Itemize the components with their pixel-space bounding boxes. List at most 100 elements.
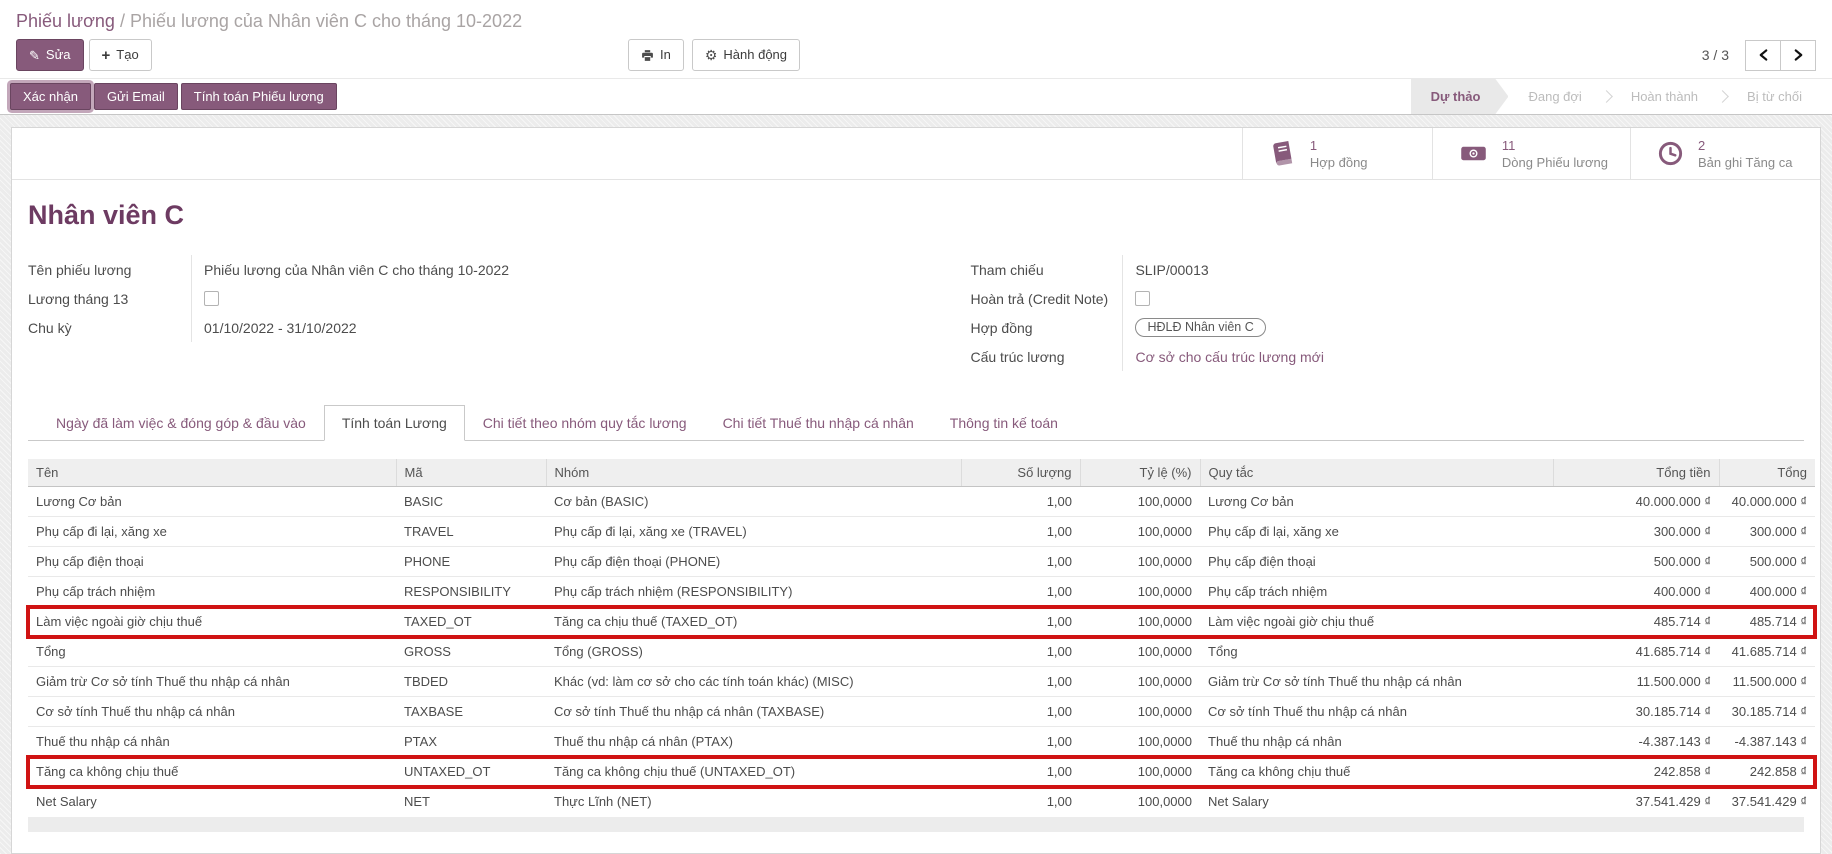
tab-salary-computation[interactable]: Tính toán Lương <box>324 405 465 441</box>
salary-lines-table: TênMãNhómSố lượngTỷ lệ (%)Quy tắcTổng ti… <box>28 459 1815 817</box>
column-header-total[interactable]: Tổng <box>1719 459 1815 487</box>
pager: 3 / 3 <box>1702 40 1816 71</box>
field-value-cell: SLIP/00013 <box>1122 255 1804 284</box>
table-cell-code: TRAVEL <box>396 517 546 547</box>
table-row[interactable]: Phụ cấp đi lại, xăng xeTRAVELPhụ cấp đi … <box>28 517 1815 547</box>
table-cell-name: Net Salary <box>28 787 396 817</box>
table-cell-name: Giảm trừ Cơ sở tính Thuế thu nhập cá nhâ… <box>28 667 396 697</box>
status-step-done[interactable]: Hoàn thành <box>1611 79 1718 114</box>
table-cell-amount: 11.500.000 ₫ <box>1553 667 1719 697</box>
field-label: Tham chiếu <box>970 262 1122 278</box>
control-panel-left: ✎ Sửa + Tạo <box>16 39 152 71</box>
stat-button-contracts[interactable]: 1Hợp đồng <box>1242 128 1432 179</box>
stat-button-value: 2 <box>1698 137 1792 154</box>
table-cell-total: 400.000 ₫ <box>1719 577 1815 607</box>
table-cell-rule: Giảm trừ Cơ sở tính Thuế thu nhập cá nhâ… <box>1200 667 1553 697</box>
field-group-right: Tham chiếu SLIP/00013 Hoàn trả (Credit Not… <box>880 255 1804 371</box>
stat-button-overtime-records[interactable]: 2Bản ghi Tăng ca <box>1630 128 1820 179</box>
field-reference-value: SLIP/00013 <box>1135 262 1208 278</box>
table-cell-amount: 485.714 ₫ <box>1553 607 1719 637</box>
breadcrumb-current: Phiếu lương của Nhân viên C cho tháng 10… <box>130 11 522 31</box>
column-header-amount[interactable]: Tổng tiền <box>1553 459 1719 487</box>
column-header-name[interactable]: Tên <box>28 459 396 487</box>
table-cell-rate: 100,0000 <box>1080 667 1200 697</box>
table-row[interactable]: Giảm trừ Cơ sở tính Thuế thu nhập cá nhâ… <box>28 667 1815 697</box>
confirm-button[interactable]: Xác nhận <box>10 83 91 110</box>
table-cell-category: Tăng ca không chịu thuế (UNTAXED_OT) <box>546 757 961 787</box>
record-title: Nhân viên C <box>28 200 1804 231</box>
status-step-rejected[interactable]: Bị từ chối <box>1727 79 1822 114</box>
breadcrumb-parent-link[interactable]: Phiếu lương <box>16 11 115 31</box>
table-cell-total: 500.000 ₫ <box>1719 547 1815 577</box>
field-period: Chu kỳ01/10/2022 - 31/10/2022 <box>28 313 880 342</box>
table-cell-amount: 37.541.429 ₫ <box>1553 787 1719 817</box>
table-row[interactable]: Lương Cơ bảnBASICCơ bản (BASIC)1,00100,0… <box>28 487 1815 517</box>
table-cell-category: Thuế thu nhập cá nhân (PTAX) <box>546 727 961 757</box>
contract-tag[interactable]: HĐLĐ Nhân viên C <box>1135 318 1265 337</box>
table-cell-amount: 500.000 ₫ <box>1553 547 1719 577</box>
pager-previous-button[interactable] <box>1745 40 1781 71</box>
control-panel-center: In ⚙ Hành động <box>628 39 800 71</box>
tab-worked-days-inputs[interactable]: Ngày đã làm việc & đóng góp & đầu vào <box>38 405 324 441</box>
stat-button-label: Dòng Phiếu lương <box>1502 154 1608 171</box>
table-row[interactable]: Cơ sở tính Thuế thu nhập cá nhânTAXBASEC… <box>28 697 1815 727</box>
table-row[interactable]: TổngGROSSTổng (GROSS)1,00100,0000Tổng41.… <box>28 637 1815 667</box>
chevron-right-icon <box>1793 48 1804 62</box>
table-cell-quantity: 1,00 <box>961 637 1080 667</box>
print-button[interactable]: In <box>628 39 684 71</box>
column-header-category[interactable]: Nhóm <box>546 459 961 487</box>
table-cell-total: 40.000.000 ₫ <box>1719 487 1815 517</box>
table-row[interactable]: Thuế thu nhập cá nhânPTAXThuế thu nhập c… <box>28 727 1815 757</box>
create-button[interactable]: + Tạo <box>89 39 152 71</box>
stat-button-value: 11 <box>1502 137 1608 154</box>
column-header-quantity[interactable]: Số lượng <box>961 459 1080 487</box>
stat-button-payslip-lines[interactable]: 11Dòng Phiếu lương <box>1432 128 1630 179</box>
column-header-rule[interactable]: Quy tắc <box>1200 459 1553 487</box>
table-cell-name: Phụ cấp đi lại, xăng xe <box>28 517 396 547</box>
edit-button[interactable]: ✎ Sửa <box>16 39 84 71</box>
pager-next-button[interactable] <box>1780 40 1816 71</box>
table-cell-quantity: 1,00 <box>961 487 1080 517</box>
gear-icon: ⚙ <box>705 48 718 62</box>
field-payslip-name-value: Phiếu lương của Nhân viên C cho tháng 10… <box>204 262 509 278</box>
table-cell-quantity: 1,00 <box>961 697 1080 727</box>
sheet-body: Nhân viên C Tên phiếu lươngPhiếu lương c… <box>12 200 1820 842</box>
table-cell-name: Cơ sở tính Thuế thu nhập cá nhân <box>28 697 396 727</box>
field-credit-note-checkbox[interactable] <box>1135 291 1150 306</box>
send-email-button[interactable]: Gửi Email <box>94 83 178 110</box>
field-label: Cấu trúc lương <box>970 349 1122 365</box>
stat-button-box: 1Hợp đồng11Dòng Phiếu lương2Bản ghi Tăng… <box>12 128 1820 180</box>
create-button-label: Tạo <box>116 46 138 64</box>
compute-payslip-button[interactable]: Tính toán Phiếu lương <box>181 83 337 110</box>
field-credit-note: Hoàn trả (Credit Note) <box>970 284 1804 313</box>
column-header-code[interactable]: Mã <box>396 459 546 487</box>
table-row-highlighted[interactable]: Làm việc ngoài giờ chịu thuếTAXED_OTTăng… <box>28 607 1815 637</box>
field-13th-month-salary-checkbox[interactable] <box>204 291 219 306</box>
status-step-draft[interactable]: Dự thảo <box>1411 79 1509 114</box>
action-button[interactable]: ⚙ Hành động <box>692 39 800 71</box>
edit-button-label: Sửa <box>46 46 71 64</box>
tab-accounting-information[interactable]: Thông tin kế toán <box>932 405 1076 441</box>
table-cell-code: PHONE <box>396 547 546 577</box>
table-cell-code: UNTAXED_OT <box>396 757 546 787</box>
stat-button-value: 1 <box>1310 137 1368 154</box>
tab-details-by-salary-rule-category[interactable]: Chi tiết theo nhóm quy tắc lương <box>465 405 705 441</box>
table-cell-code: PTAX <box>396 727 546 757</box>
status-step-waiting[interactable]: Đang đợi <box>1508 79 1601 114</box>
banknote-icon <box>1459 140 1488 167</box>
table-cell-name: Tổng <box>28 637 396 667</box>
tab-personal-income-tax-details[interactable]: Chi tiết Thuế thu nhập cá nhân <box>705 405 932 441</box>
pager-counter: 3 / 3 <box>1702 47 1729 63</box>
column-header-rate[interactable]: Tỷ lệ (%) <box>1080 459 1200 487</box>
table-row[interactable]: Phụ cấp điện thoạiPHONEPhụ cấp điện thoạ… <box>28 547 1815 577</box>
field-salary-structure-link[interactable]: Cơ sở cho cấu trúc lương mới <box>1135 349 1323 365</box>
table-row[interactable]: Net SalaryNETThực Lĩnh (NET)1,00100,0000… <box>28 787 1815 817</box>
table-cell-category: Cơ sở tính Thuế thu nhập cá nhân (TAXBAS… <box>546 697 961 727</box>
table-cell-code: NET <box>396 787 546 817</box>
table-cell-total: 242.858 ₫ <box>1719 757 1815 787</box>
table-row[interactable]: Phụ cấp trách nhiệmRESPONSIBILITYPhụ cấp… <box>28 577 1815 607</box>
table-cell-rule: Cơ sở tính Thuế thu nhập cá nhân <box>1200 697 1553 727</box>
field-contract: Hợp đồngHĐLĐ Nhân viên C <box>970 313 1804 342</box>
table-row-highlighted[interactable]: Tăng ca không chịu thuếUNTAXED_OTTăng ca… <box>28 757 1815 787</box>
field-groups: Tên phiếu lươngPhiếu lương của Nhân viên… <box>28 255 1804 371</box>
